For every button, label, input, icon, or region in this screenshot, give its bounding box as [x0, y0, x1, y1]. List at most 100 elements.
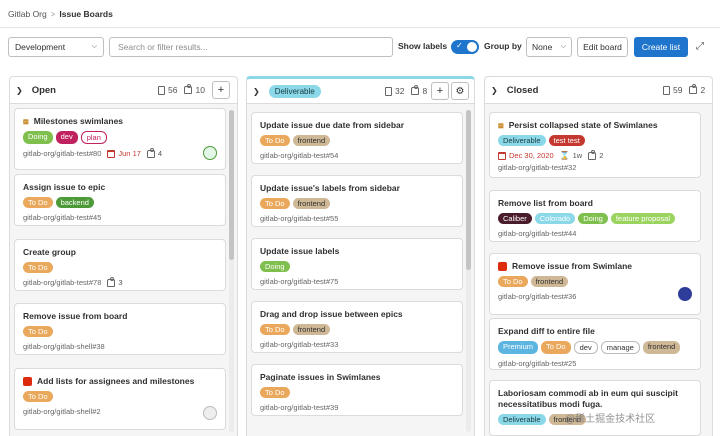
issue-card[interactable]: Drag and drop issue between epics To Do f… [251, 301, 463, 353]
fullscreen-icon[interactable]: ⤢ [696, 41, 704, 52]
label-badge[interactable]: Colorado [534, 213, 576, 224]
issue-card[interactable]: ⧈ Milestones swimlanes Doing dev plan gitl… [14, 108, 226, 170]
label-badge[interactable]: feature proposal [610, 213, 676, 224]
card-title: Add lists for assignees and milestones [23, 376, 217, 387]
label-badge[interactable]: frontend [292, 324, 331, 335]
label-badge[interactable]: Deliverable [498, 414, 546, 425]
label-badge[interactable]: frontend [292, 198, 331, 209]
label-badge[interactable]: To Do [260, 135, 290, 146]
edit-board-button[interactable]: Edit board [577, 37, 628, 57]
label-badge[interactable]: frontend [530, 276, 569, 287]
label-badge[interactable]: To Do [541, 341, 571, 354]
issue-card[interactable]: Create group To Do gitlab-org/gitlab-tes… [14, 239, 226, 291]
assignee-avatar[interactable] [678, 287, 692, 301]
chevron-right-icon[interactable]: ❯ [253, 87, 260, 96]
due-date-text: Jun 17 [118, 149, 141, 158]
label-badge[interactable]: Caliber [498, 213, 532, 224]
issue-reference[interactable]: gitlab-org/gitlab-test#80 [23, 149, 101, 158]
scrollbar[interactable] [229, 110, 234, 432]
issue-card[interactable]: Add lists for assignees and milestones T… [14, 368, 226, 430]
issue-card[interactable]: Remove list from board Caliber Colorado Do… [489, 190, 701, 242]
issue-reference[interactable]: gitlab-org/gitlab-test#54 [260, 151, 338, 160]
breadcrumb-group-link[interactable]: Gitlab Org [8, 9, 47, 19]
label-badge[interactable]: plan [80, 131, 107, 144]
label-badge[interactable]: To Do [23, 262, 53, 273]
issue-reference[interactable]: gitlab-org/gitlab-test#78 [23, 278, 101, 287]
issue-card[interactable]: Update issue due date from sidebar To Do… [251, 112, 463, 164]
card-title: ⧈ Milestones swimlanes [23, 116, 217, 127]
label-badge[interactable]: Doing [23, 131, 53, 144]
scrollbar-thumb[interactable] [229, 110, 234, 260]
add-issue-button[interactable]: + [212, 81, 230, 99]
chevron-right-icon[interactable]: ❯ [16, 86, 23, 95]
issue-card[interactable]: Remove issue from Swimlane To Do frontend… [489, 253, 701, 315]
label-badge[interactable]: dev [55, 131, 78, 144]
breadcrumb-current[interactable]: Issue Boards [59, 9, 112, 19]
scrollbar-thumb[interactable] [466, 110, 471, 270]
label-badge[interactable]: Premium [498, 341, 539, 354]
milestone-dropdown-value: Development [15, 42, 66, 52]
label-badge[interactable]: To Do [498, 276, 528, 287]
label-badge[interactable]: frontend [292, 135, 331, 146]
label-badge[interactable]: Doing [578, 213, 608, 224]
milestone-dropdown[interactable]: Development ⌵ [8, 37, 104, 57]
issue-card[interactable]: Remove issue from board To Do gitlab-org… [14, 303, 226, 355]
card-title-text: Remove list from board [498, 198, 593, 208]
issue-card[interactable]: Laboriosam commodi ab in eum qui suscipi… [489, 380, 701, 436]
show-labels-toggle[interactable]: ✓ [451, 40, 479, 54]
issue-reference[interactable]: gitlab-org/gitlab-test#55 [260, 214, 338, 223]
label-badge[interactable]: frontend [642, 341, 681, 354]
card-labels: To Do frontend [260, 135, 454, 146]
assignee-avatar[interactable] [203, 146, 217, 160]
label-badge[interactable]: dev [573, 341, 598, 354]
due-date: Dec 30, 2020 [498, 151, 554, 160]
issue-card[interactable]: Expand diff to entire file Premium To Do d… [489, 318, 701, 370]
label-badge[interactable]: To Do [260, 198, 290, 209]
issue-reference[interactable]: gitlab-org/gitlab-test#32 [498, 163, 576, 172]
create-list-button[interactable]: Create list [634, 37, 688, 57]
label-badge[interactable]: test test [548, 135, 585, 146]
issue-reference[interactable]: gitlab-org/gitlab-shell#2 [23, 407, 101, 416]
card-title: Drag and drop issue between epics [260, 309, 454, 320]
group-by-dropdown[interactable]: None ⌵ [526, 37, 572, 57]
issue-reference[interactable]: gitlab-org/gitlab-shell#38 [23, 342, 105, 351]
board-list-open: ❯ Open 56 10 + ⧈ Milestones swimlanes Do… [9, 76, 238, 436]
label-badge[interactable]: To Do [23, 326, 53, 337]
issue-card[interactable]: Update issue's labels from sidebar To Do… [251, 175, 463, 227]
label-badge[interactable]: To Do [260, 387, 290, 398]
chevron-right-icon[interactable]: ❯ [491, 86, 498, 95]
scrollbar[interactable] [466, 110, 471, 432]
label-badge[interactable]: Doing [260, 261, 290, 272]
card-meta: gitlab-org/gitlab-test#78 3 [23, 276, 217, 287]
gear-icon[interactable]: ⚙ [451, 82, 469, 100]
list-title: Open [31, 84, 56, 96]
label-badge[interactable]: To Do [260, 324, 290, 335]
issue-reference[interactable]: gitlab-org/gitlab-test#39 [260, 403, 338, 412]
issue-card[interactable]: Paginate issues in Swimlanes To Do gitla… [251, 364, 463, 416]
issue-reference[interactable]: gitlab-org/gitlab-test#25 [498, 359, 576, 368]
issue-reference[interactable]: gitlab-org/gitlab-test#45 [23, 213, 101, 222]
label-badge[interactable]: backend [55, 197, 94, 208]
issue-reference[interactable]: gitlab-org/gitlab-test#33 [260, 340, 338, 349]
issues-icon [385, 86, 392, 96]
card-title: Laboriosam commodi ab in eum qui suscipi… [498, 388, 692, 410]
assignee-avatar[interactable] [203, 406, 217, 420]
add-issue-button[interactable]: + [431, 82, 449, 100]
label-badge[interactable]: Deliverable [498, 135, 546, 146]
issue-reference[interactable]: gitlab-org/gitlab-test#75 [260, 277, 338, 286]
issue-count: 56 [168, 85, 178, 95]
issue-card[interactable]: Update issue labels Doing gitlab-org/git… [251, 238, 463, 290]
label-badge[interactable]: To Do [23, 197, 53, 208]
list-stats: 56 10 [158, 84, 205, 95]
card-meta: gitlab-org/gitlab-test#80 Jun 17 4 [23, 147, 217, 158]
search-input[interactable] [109, 37, 393, 57]
weight: 3 [107, 276, 123, 287]
issue-reference[interactable]: gitlab-org/gitlab-test#44 [498, 229, 576, 238]
issues-icon [663, 85, 670, 95]
filter-bar: Development ⌵ Show labels ✓ Group by Non… [0, 37, 720, 57]
issue-card[interactable]: Assign issue to epic To Do backend gitlab… [14, 174, 226, 226]
issue-card[interactable]: ⧈ Persist collapsed state of Swimlanes D… [489, 112, 701, 178]
issue-reference[interactable]: gitlab-org/gitlab-test#36 [498, 292, 576, 301]
label-badge[interactable]: manage [600, 341, 640, 354]
label-badge[interactable]: To Do [23, 391, 53, 402]
